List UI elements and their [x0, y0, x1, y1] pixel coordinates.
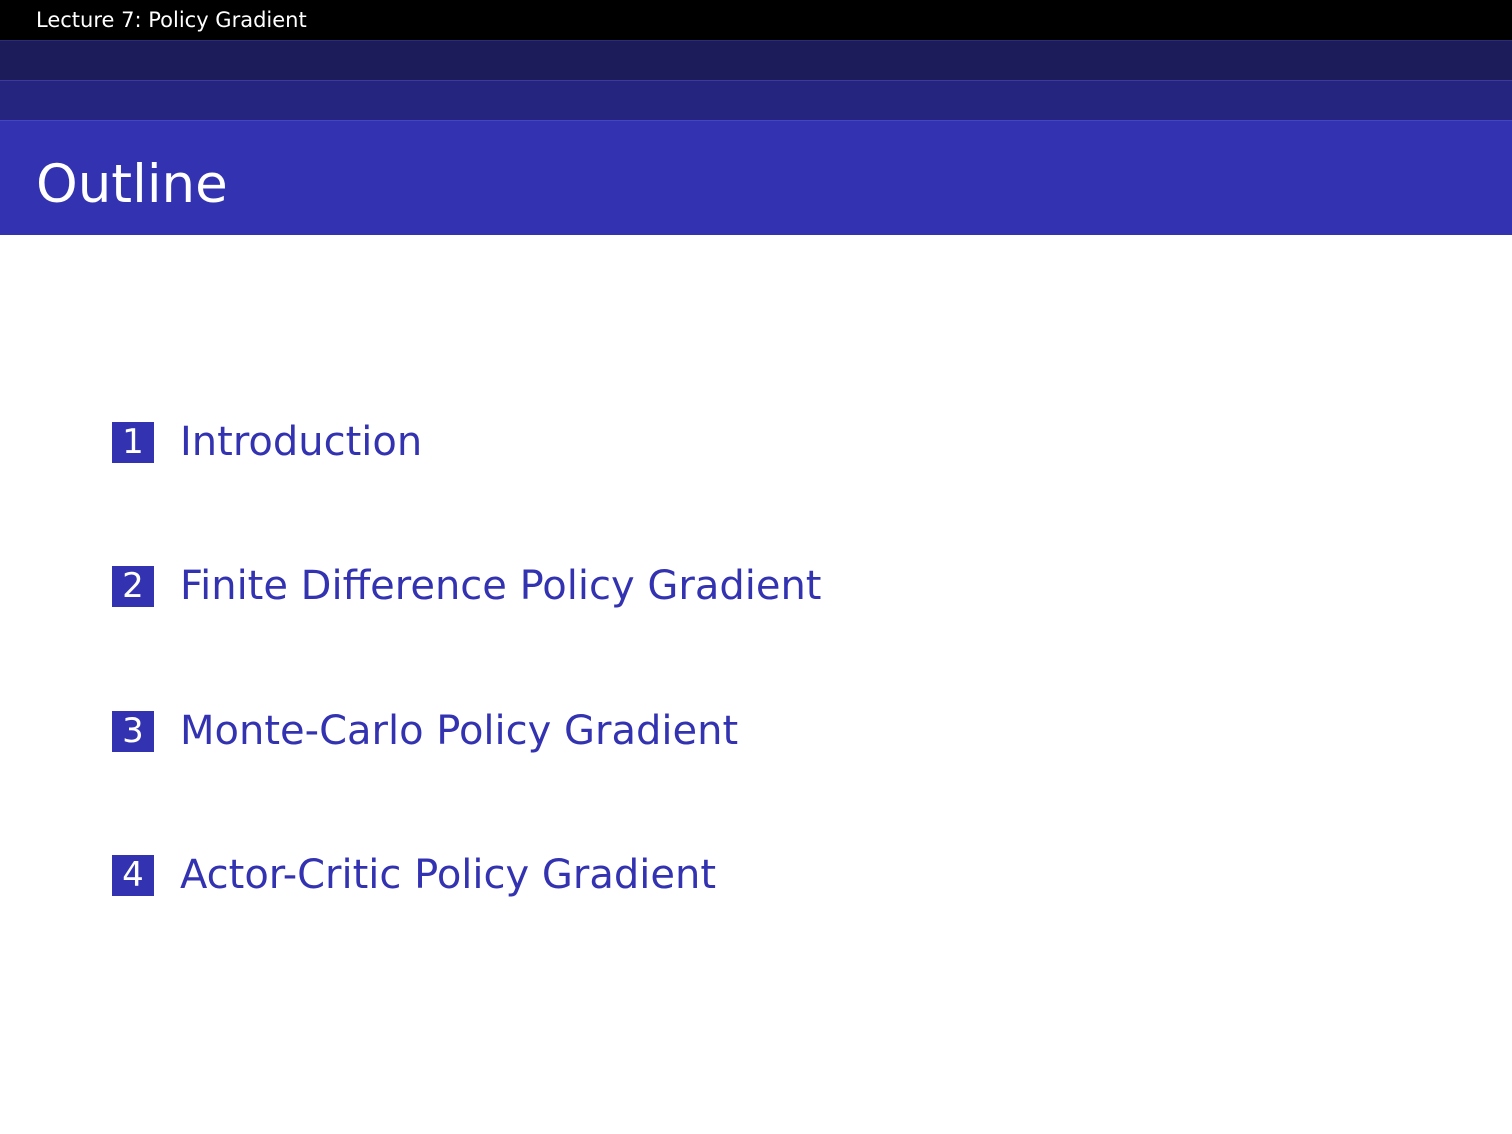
outline-item-monte-carlo[interactable]: 3 Monte-Carlo Policy Gradient — [112, 705, 1212, 757]
outline-item-actor-critic[interactable]: 4 Actor-Critic Policy Gradient — [112, 849, 1212, 901]
outline-item-label: Introduction — [180, 419, 423, 465]
outline-item-label: Monte-Carlo Policy Gradient — [180, 708, 739, 754]
outline-item-finite-difference[interactable]: 2 Finite Difference Policy Gradient — [112, 560, 1212, 612]
outline-item-label: Finite Difference Policy Gradient — [180, 563, 822, 609]
outline-number-badge: 1 — [112, 421, 154, 463]
outline-number-badge: 3 — [112, 710, 154, 752]
outline-number-badge: 4 — [112, 854, 154, 896]
outline-item-introduction[interactable]: 1 Introduction — [112, 416, 1212, 468]
outline-item-label: Actor-Critic Policy Gradient — [180, 852, 716, 898]
outline-list: 1 Introduction 2 Finite Difference Polic… — [112, 0, 1312, 1134]
outline-number-badge: 2 — [112, 565, 154, 607]
